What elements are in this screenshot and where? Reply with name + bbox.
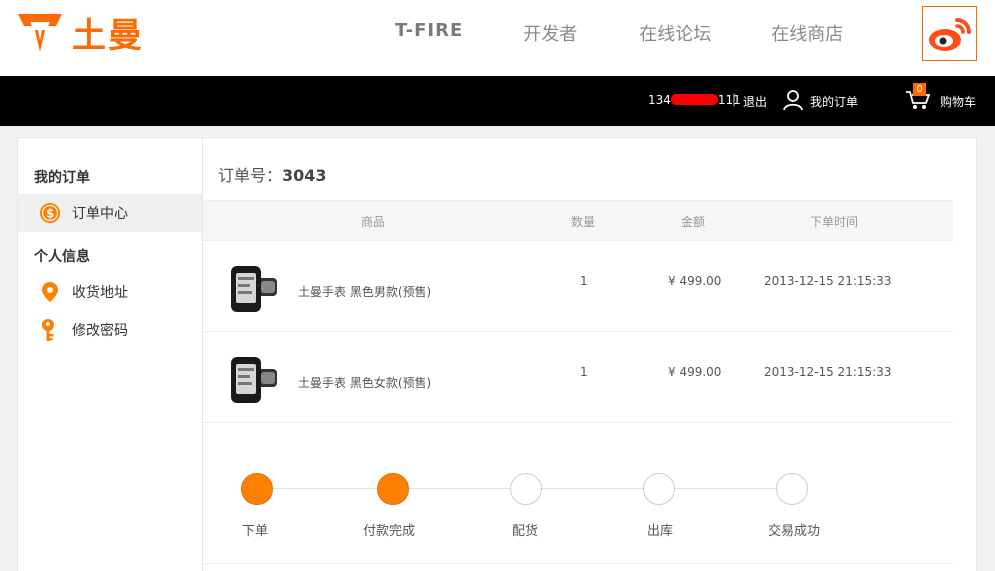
step-label: 配货 — [512, 524, 539, 539]
sidebar-item-password[interactable]: 修改密码 — [18, 311, 202, 349]
order-detail: 订单号：3043 商品 数量 金额 下单时间 土曼手表 黑色男款(预售) 1 ¥… — [203, 138, 977, 571]
step-label: 下单 — [242, 524, 269, 539]
sidebar-item-order-center[interactable]: $ 订单中心 — [18, 194, 202, 232]
nav-forum[interactable]: 在线论坛 — [639, 20, 711, 46]
user-icon[interactable] — [782, 89, 804, 111]
nav-developer[interactable]: 开发者 — [523, 20, 577, 46]
order-time: 2013-12-15 21:15:33 — [764, 365, 892, 379]
logo[interactable]: 土曼 — [16, 10, 144, 56]
sidebar: 我的订单 $ 订单中心 个人信息 收货地址 修改密码 — [18, 138, 203, 571]
step-circle — [241, 473, 273, 505]
separator: | — [732, 92, 737, 106]
column-header: 金额 — [681, 215, 706, 229]
user-bar: 134 111 | 退出 我的订单 0 购物车 — [0, 76, 995, 126]
cart-link[interactable]: 购物车 — [940, 93, 976, 110]
location-pin-icon — [38, 280, 62, 304]
product-amount: ¥ 499.00 — [668, 274, 722, 288]
logout-link[interactable]: 退出 — [743, 93, 767, 110]
step-label: 交易成功 — [768, 524, 821, 539]
product-amount: ¥ 499.00 — [668, 365, 722, 379]
step-label: 出库 — [647, 524, 674, 539]
order-time: 2013-12-15 21:15:33 — [764, 274, 892, 288]
order-progress: 下单 付款完成 配货 出库 交易成功 — [203, 424, 953, 564]
cart-count-badge: 0 — [913, 83, 926, 96]
order-number: 订单号：3043 — [218, 166, 327, 185]
phone-number: 134 111 — [648, 93, 741, 107]
key-icon — [38, 318, 62, 342]
column-header: 商品 — [361, 215, 386, 229]
step-circle — [510, 473, 542, 505]
table-header: 商品 数量 金额 下单时间 — [203, 200, 953, 241]
table-row: 土曼手表 黑色男款(预售) 1 ¥ 499.00 2013-12-15 21:1… — [203, 241, 953, 332]
step-circle — [377, 473, 409, 505]
step-circle — [776, 473, 808, 505]
sidebar-item-address[interactable]: 收货地址 — [18, 273, 202, 311]
product-quantity: 1 — [580, 274, 588, 288]
my-orders-link[interactable]: 我的订单 — [810, 93, 858, 110]
sidebar-section-orders: 我的订单 — [34, 170, 90, 186]
table-row: 土曼手表 黑色女款(预售) 1 ¥ 499.00 2013-12-15 21:1… — [203, 332, 953, 423]
svg-text:$: $ — [46, 207, 54, 221]
redaction-mark — [670, 94, 718, 105]
column-header: 数量 — [571, 215, 596, 229]
product-name[interactable]: 土曼手表 黑色女款(预售) — [298, 374, 431, 391]
main-nav: T-FIRE 开发者 在线论坛 在线商店 — [395, 20, 903, 46]
watch-image[interactable] — [227, 263, 279, 315]
column-header: 下单时间 — [810, 215, 859, 229]
coin-icon: $ — [38, 201, 62, 225]
main-container: 我的订单 $ 订单中心 个人信息 收货地址 修改密码 订单号：3043 商品 数… — [17, 137, 977, 571]
watch-image[interactable] — [227, 354, 279, 406]
product-name[interactable]: 土曼手表 黑色男款(预售) — [298, 283, 431, 300]
logo-icon — [18, 14, 62, 52]
logo-text: 土曼 — [72, 15, 144, 56]
step-label: 付款完成 — [363, 524, 416, 539]
product-quantity: 1 — [580, 365, 588, 379]
sidebar-section-profile: 个人信息 — [34, 249, 90, 265]
step-circle — [643, 473, 675, 505]
weibo-icon — [928, 17, 971, 51]
nav-store[interactable]: 在线商店 — [771, 20, 843, 46]
top-header: 土曼 T-FIRE 开发者 在线论坛 在线商店 — [0, 0, 995, 76]
weibo-button[interactable] — [922, 6, 977, 61]
nav-tfire[interactable]: T-FIRE — [395, 20, 463, 46]
